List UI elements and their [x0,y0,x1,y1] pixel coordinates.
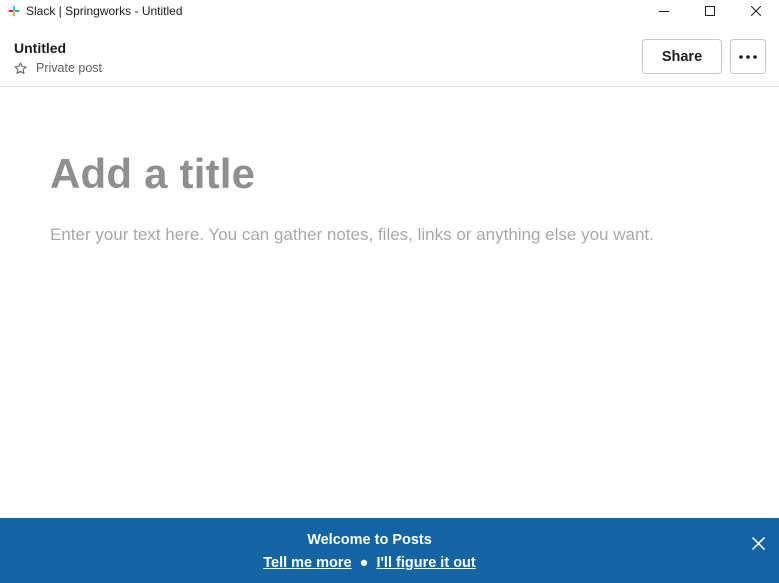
banner-separator: ● [359,555,369,571]
post-title: Untitled [14,40,67,56]
visibility-label: Private post [36,61,103,75]
minimize-icon [659,11,669,12]
maximize-button[interactable] [687,0,733,22]
minimize-button[interactable] [641,0,687,22]
window-title: Slack | Springworks - Untitled [26,4,183,18]
banner-close-button[interactable] [749,534,767,552]
post-title-input[interactable]: Add a title [50,150,255,198]
post-visibility: Private post [14,61,102,75]
maximize-icon [705,6,715,16]
tell-me-more-link[interactable]: Tell me more [263,555,351,571]
banner-title: Welcome to Posts [307,532,432,548]
close-icon [751,6,761,16]
more-horizontal-icon [739,54,757,59]
share-button[interactable]: Share [642,39,722,74]
banner-links: Tell me more ● I'll figure it out [0,555,739,571]
close-icon [751,536,765,550]
window-titlebar: Slack | Springworks - Untitled [0,0,779,22]
close-window-button[interactable] [733,0,779,22]
welcome-banner: Welcome to Posts Tell me more ● I'll fig… [0,518,779,583]
post-body-input[interactable]: Enter your text here. You can gather not… [50,225,654,245]
more-actions-button[interactable] [730,39,766,74]
window-controls [641,0,779,22]
post-header: Untitled Private post Share [0,22,779,87]
star-icon[interactable] [14,61,27,75]
slack-logo-icon [8,5,20,17]
dismiss-link[interactable]: I'll figure it out [376,555,475,571]
